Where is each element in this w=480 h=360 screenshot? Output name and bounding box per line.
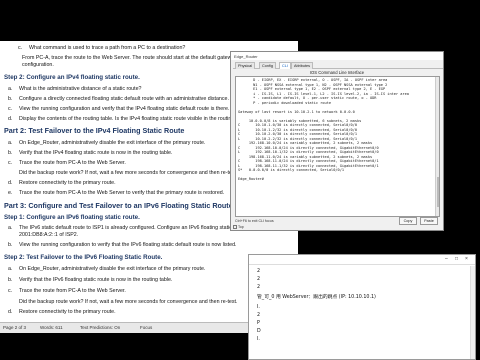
- command-titlebar[interactable]: – □ ×: [249, 255, 475, 265]
- close-icon[interactable]: ×: [465, 256, 468, 262]
- router-window: Edge_Router Physical Config CLI Attribut…: [230, 51, 444, 231]
- cmd-scrollbar[interactable]: [470, 266, 475, 359]
- page-count: Page 2 of 3: [3, 325, 27, 330]
- cli-line: S* 0.0.0.0/0 is directly connected, Seri…: [238, 168, 345, 172]
- part2-e: e. Trace the route from PC-A to the Web S…: [8, 190, 225, 196]
- text-predictions[interactable]: Text Predictions: On: [80, 325, 120, 330]
- step2-c: c. View the running configuration and ver…: [8, 106, 230, 112]
- maximize-icon[interactable]: □: [455, 256, 458, 262]
- tab-cli[interactable]: CLI: [279, 62, 291, 69]
- step2-b: b. Configure a directly connected floatin…: [8, 96, 229, 102]
- cli-label: IOS Command Line Interface: [309, 70, 365, 75]
- screen: c. What command is used to trace a path f…: [0, 0, 480, 360]
- cli-line: P - periodic downloaded static route: [238, 100, 332, 105]
- tab-attributes[interactable]: Attributes: [291, 62, 314, 69]
- part3-a-cont: 2001:DB8:A:2::1 of ISP2.: [19, 232, 79, 238]
- cli-scrollbar[interactable]: [435, 77, 439, 216]
- cli-console[interactable]: D - EIGRP, EX - EIGRP external, O - OSPF…: [235, 76, 440, 217]
- cmd-line: D: [257, 329, 261, 334]
- cmd-line: 2: [257, 277, 261, 282]
- cmd-line: P: [257, 321, 260, 326]
- part3-s2a: a. On Edge_Router, administratively disab…: [8, 266, 206, 272]
- step2-d: d. Display the contents of the routing ta…: [8, 116, 235, 122]
- part3-a: a. The IPv6 static default route to ISP1 …: [8, 225, 232, 231]
- part2-c-note: Did the backup route work? If not, wait …: [19, 170, 238, 176]
- cmd-line: I.: [257, 337, 260, 342]
- router-titlebar[interactable]: Edge_Router: [231, 52, 443, 60]
- part2-c: c. Trace the route from PC-A to the Web S…: [8, 160, 126, 166]
- part2-d: d. Restore connectivity to the primary ro…: [8, 180, 116, 186]
- part2-heading: Part 2: Test Failover to the IPv4 Floati…: [4, 126, 185, 135]
- part3-step2-heading: Step 2: Test Failover to the IPv6 Floati…: [4, 254, 163, 261]
- cmd-line: 2: [257, 285, 261, 290]
- top-checkbox[interactable]: Top: [233, 225, 244, 230]
- step2-heading: Step 2: Configure an IPv4 floating stati…: [4, 74, 140, 81]
- part2-b: b. Verify that the IPv4 floating static r…: [8, 150, 173, 156]
- part3-s2d: d. Restore connectivity to the primary ro…: [8, 309, 116, 315]
- paste-button[interactable]: Paste: [420, 217, 438, 225]
- router-title: Edge_Router: [234, 54, 258, 59]
- minimize-icon[interactable]: –: [445, 256, 448, 262]
- part3-s2c: c. Trace the route from PC-A to the Web S…: [8, 288, 126, 294]
- copy-button[interactable]: Copy: [399, 217, 417, 225]
- checkbox-icon: [233, 225, 237, 230]
- tab-config[interactable]: Config: [259, 62, 276, 69]
- doc-text: From PC-A, trace the route to the Web Se…: [22, 55, 238, 61]
- command-window: – □ × 2 2 2 管_可_0 用 WebServer：跟出的跳点 (IP:…: [248, 254, 476, 360]
- scroll-thumb[interactable]: [437, 177, 439, 207]
- part3-heading: Part 3: Configure and Test Failover to a…: [4, 201, 233, 210]
- cmd-line: 2: [257, 269, 261, 274]
- tab-physical[interactable]: Physical: [235, 62, 256, 69]
- cli-prompt: Edge_Router#: [238, 177, 264, 181]
- doc-text: configuration.: [22, 62, 54, 68]
- part3-step1-heading: Step 1: Configure an IPv6 floating stati…: [4, 214, 140, 221]
- part3-b: b. View the running configuration to veri…: [8, 242, 237, 248]
- cmd-line: I.: [257, 305, 260, 310]
- cli-focus-hint: Ctrl+F6 to exit CLI focus: [235, 219, 274, 223]
- doc-question: c. What command is used to trace a path f…: [18, 45, 186, 51]
- cmd-line: 2: [257, 313, 261, 318]
- word-count: Words: 611: [40, 325, 63, 330]
- step2-a: a. What is the administrative distance of…: [8, 86, 142, 92]
- part3-s2b: b. Verify that the IPv6 floating static r…: [8, 277, 173, 283]
- focus-mode[interactable]: Focus: [140, 325, 152, 330]
- cli-line: Gateway of last resort is 10.10.2.1 to n…: [238, 109, 355, 114]
- part2-a: a. On Edge_Router, administratively disab…: [8, 140, 206, 146]
- cmd-line: 管_可_0 用 WebServer：跟出的跳点 (IP: 10.10.10.1): [257, 295, 376, 300]
- part3-s2c-note: Did the backup route work? If not, wait …: [19, 299, 238, 305]
- router-tabs: Physical Config CLI Attributes: [233, 61, 443, 69]
